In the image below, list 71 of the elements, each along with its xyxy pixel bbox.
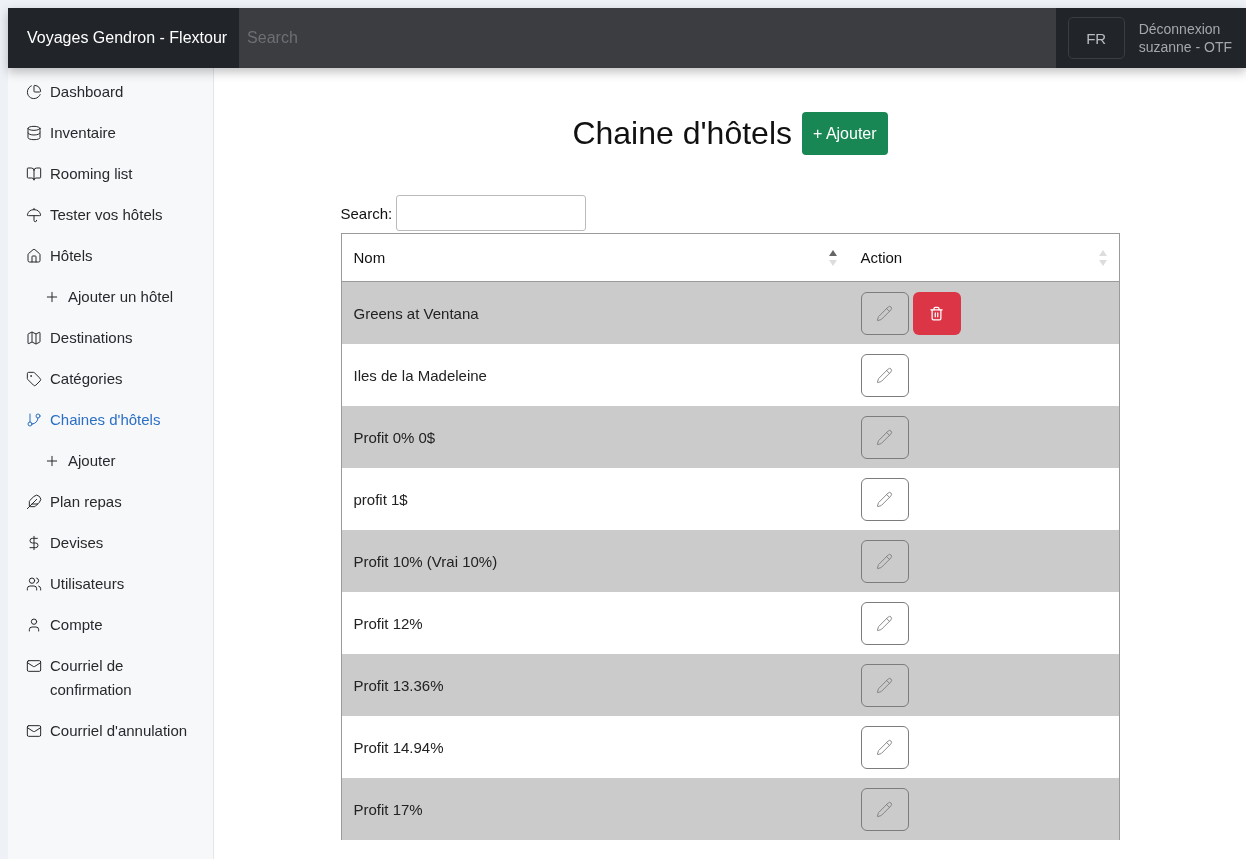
sidebar-item[interactable]: Dashboard bbox=[26, 80, 213, 104]
edit-button[interactable] bbox=[860, 415, 909, 459]
sidebar-item[interactable]: Courriel de confirmation bbox=[26, 654, 213, 702]
table-cell-text: Iles de la Madeleine bbox=[352, 365, 488, 386]
table-search-field[interactable] bbox=[396, 195, 587, 231]
edit-button[interactable] bbox=[860, 601, 909, 645]
book-icon bbox=[26, 166, 42, 182]
table-cell-text: Profit 14.94% bbox=[352, 737, 445, 758]
sidebar-item[interactable]: Rooming list bbox=[26, 162, 213, 186]
edit-button[interactable] bbox=[860, 477, 909, 521]
sidebar-item[interactable]: Devises bbox=[26, 531, 213, 555]
edit-button[interactable] bbox=[860, 725, 909, 769]
dollar-icon bbox=[26, 535, 42, 551]
pencil-icon bbox=[876, 428, 893, 446]
map-icon bbox=[26, 330, 42, 346]
sidebar-item[interactable]: Ajouter un hôtel bbox=[26, 285, 213, 309]
edit-button[interactable] bbox=[860, 539, 909, 583]
add-button[interactable]: + Ajouter bbox=[802, 112, 888, 155]
umbrella-icon bbox=[26, 207, 42, 223]
language-button[interactable]: FR bbox=[1067, 17, 1125, 59]
table-cell-text: Greens at Ventana bbox=[352, 303, 480, 324]
pencil-icon bbox=[876, 676, 893, 694]
trash-icon bbox=[929, 305, 944, 321]
delete-button[interactable] bbox=[912, 291, 961, 335]
sidebar-item[interactable]: Hôtels bbox=[26, 244, 213, 268]
branch-icon bbox=[26, 412, 42, 428]
envelope-icon bbox=[26, 658, 42, 674]
pie-chart-icon bbox=[26, 84, 42, 100]
plus-icon bbox=[44, 453, 60, 469]
logout-link[interactable]: Déconnexion bbox=[1138, 21, 1232, 37]
tag-icon bbox=[26, 371, 42, 387]
edit-button[interactable] bbox=[860, 353, 909, 397]
pencil-icon bbox=[876, 552, 893, 570]
pencil-icon bbox=[876, 304, 893, 322]
sidebar-item[interactable]: Tester vos hôtels bbox=[26, 203, 213, 227]
page-title: Chaine d'hôtels bbox=[572, 115, 792, 152]
edit-button[interactable] bbox=[860, 787, 909, 831]
database-icon bbox=[26, 125, 42, 141]
pencil-icon bbox=[876, 800, 893, 818]
table-cell-text: profit 1$ bbox=[352, 489, 409, 510]
edit-button[interactable] bbox=[860, 663, 909, 707]
envelope-icon bbox=[26, 723, 42, 739]
sidebar-item[interactable]: Destinations bbox=[26, 326, 213, 350]
table-cell-text: Profit 12% bbox=[352, 613, 424, 634]
sidebar-item[interactable]: Utilisateurs bbox=[26, 572, 213, 596]
sidebar-item[interactable]: Courriel d'annulation bbox=[26, 719, 213, 743]
sidebar-item[interactable]: Chaines d'hôtels bbox=[26, 408, 213, 432]
sidebar-item[interactable]: Inventaire bbox=[26, 121, 213, 145]
pencil-icon bbox=[876, 738, 893, 756]
pencil-icon bbox=[876, 614, 893, 632]
edit-button[interactable] bbox=[860, 291, 909, 335]
feather-icon bbox=[26, 494, 42, 510]
search-label: Search: bbox=[340, 204, 393, 222]
sidebar-item[interactable]: Catégories bbox=[26, 367, 213, 391]
column-header[interactable]: Nom bbox=[341, 234, 849, 281]
table-cell-text: Profit 0% 0$ bbox=[352, 427, 437, 448]
pencil-icon bbox=[876, 366, 893, 384]
sidebar-item[interactable]: Compte bbox=[26, 613, 213, 637]
house-icon bbox=[26, 248, 42, 264]
plus-icon bbox=[44, 289, 60, 305]
brand-title[interactable]: Voyages Gendron - Flextour bbox=[8, 29, 240, 47]
users-icon bbox=[26, 576, 42, 592]
table-cell-text: Profit 13.36% bbox=[352, 675, 445, 696]
table-cell-text: Profit 10% (Vrai 10%) bbox=[352, 551, 499, 572]
user-icon bbox=[26, 617, 42, 633]
user-name: suzanne - OTF bbox=[1138, 39, 1232, 55]
table-cell-text: Profit 17% bbox=[352, 799, 424, 820]
sidebar-item[interactable]: Ajouter bbox=[26, 449, 213, 473]
sidebar-item[interactable]: Plan repas bbox=[26, 490, 213, 514]
pencil-icon bbox=[876, 490, 893, 508]
column-header[interactable]: Action bbox=[848, 234, 1119, 281]
